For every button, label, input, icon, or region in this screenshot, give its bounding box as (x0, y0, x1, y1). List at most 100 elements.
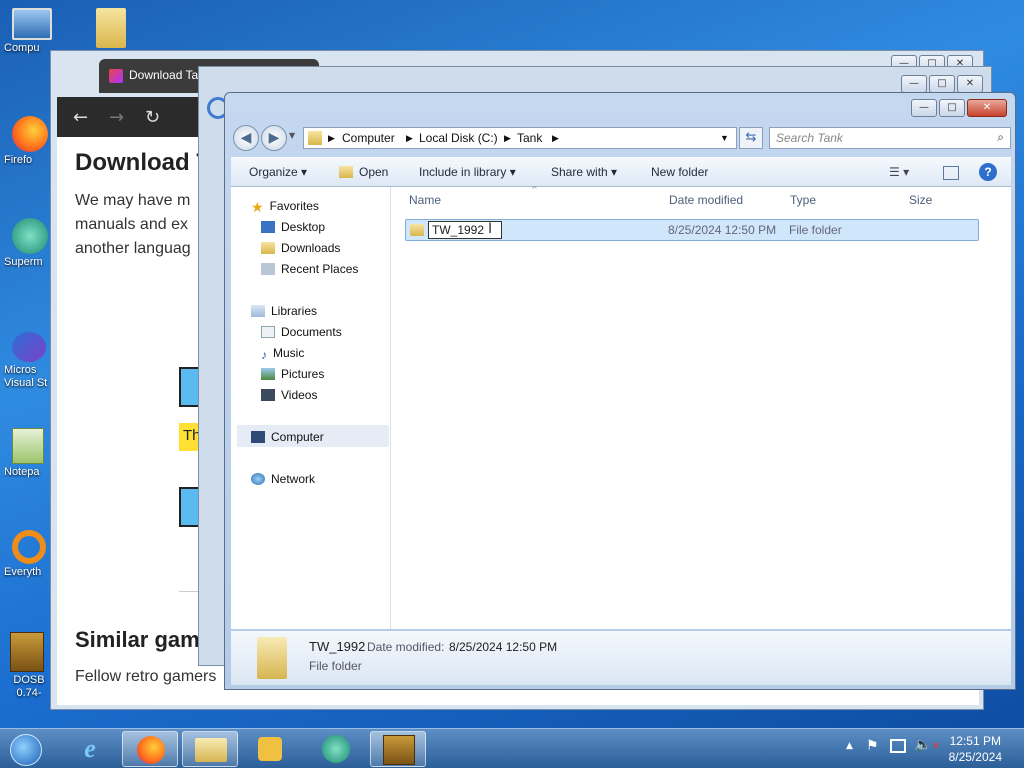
taskbar-media-player[interactable] (242, 731, 298, 767)
close-button[interactable]: ✕ (957, 75, 983, 93)
clock-date: 8/25/2024 (948, 750, 1002, 764)
nav-favorites[interactable]: ★ Favorites (251, 199, 319, 215)
refresh-button[interactable]: ⇆ (739, 127, 763, 149)
column-header-date-modified[interactable]: Date modified (669, 193, 743, 207)
minimize-button[interactable]: — (901, 75, 927, 93)
open-folder-icon (339, 166, 353, 178)
recent-places-icon (261, 263, 275, 275)
include-in-library-menu[interactable]: Include in library ▾ (419, 165, 516, 179)
nav-network[interactable]: Network (251, 472, 315, 486)
libraries-icon (251, 305, 265, 317)
close-button[interactable]: ✕ (967, 99, 1007, 117)
recent-pages-dropdown-icon[interactable]: ▼ (289, 131, 295, 140)
computer-icon (12, 8, 52, 40)
folder-icon (308, 131, 322, 145)
taskbar-supermium[interactable] (308, 731, 364, 767)
help-icon[interactable]: ? (979, 163, 997, 181)
page-heading: Download T (75, 149, 211, 176)
maximize-button[interactable]: □ (929, 75, 955, 93)
back-arrow-icon[interactable]: ← (73, 107, 88, 128)
details-pane: TW_1992 Date modified: 8/25/2024 12:50 P… (231, 631, 1011, 685)
ie-icon: e (84, 734, 96, 763)
volume-muted-icon[interactable]: 🔈✕ (914, 737, 940, 753)
desktop-icon-firefox[interactable]: Firefo (4, 116, 54, 166)
nav-computer[interactable]: Computer (251, 430, 324, 444)
taskbar-explorer[interactable] (182, 731, 238, 767)
tab-favicon-icon (109, 69, 123, 83)
desktop-icon-supermium[interactable]: Superm (4, 218, 54, 268)
desktop-icon-everything[interactable]: Everyth (4, 530, 54, 578)
desktop-icon-visual-studio[interactable]: Micros Visual St (4, 332, 54, 390)
taskbar-ie[interactable]: e (62, 731, 118, 767)
nav-documents[interactable]: Documents (261, 325, 342, 339)
organize-menu[interactable]: Organize ▾ (249, 165, 307, 179)
breadcrumb-separator-icon[interactable]: ▶ (328, 133, 335, 144)
desktop-icon-label: Superm (4, 256, 43, 268)
show-hidden-icons-icon[interactable]: ▲ (846, 741, 853, 751)
everything-icon (12, 530, 46, 564)
action-center-flag-icon[interactable]: ⚑ (866, 738, 879, 754)
breadcrumb-separator-icon[interactable]: ▶ (406, 133, 413, 144)
network-icon (251, 473, 265, 485)
back-button[interactable]: ◀ (233, 125, 259, 151)
taskbar-dosbox[interactable] (370, 731, 426, 767)
open-button[interactable]: Open (339, 165, 388, 179)
nav-downloads[interactable]: Downloads (261, 241, 340, 255)
breadcrumb-computer[interactable]: Computer (342, 131, 395, 145)
nav-pictures[interactable]: Pictures (261, 367, 324, 381)
explorer-window[interactable]: — □ ✕ ◀ ▶ ▼ ▶ Computer ▶ Local Disk (C:)… (224, 92, 1016, 690)
maximize-button[interactable]: □ (939, 99, 965, 117)
nav-recent-places[interactable]: Recent Places (261, 262, 358, 276)
windows-logo-icon (10, 734, 42, 766)
details-type: File folder (309, 659, 362, 673)
nav-videos[interactable]: Videos (261, 388, 317, 402)
desktop-icon-label: Micros Visual St (4, 364, 48, 389)
breadcrumb-separator-icon[interactable]: ▶ (552, 133, 559, 144)
breadcrumb-separator-icon[interactable]: ▶ (504, 133, 511, 144)
new-folder-button[interactable]: New folder (651, 165, 708, 179)
search-input[interactable]: Search Tank ⌕ (769, 127, 1011, 149)
text-cursor-icon: I (488, 221, 493, 237)
breadcrumb-local-disk[interactable]: Local Disk (C:) (419, 131, 498, 145)
network-tray-icon[interactable] (890, 739, 906, 753)
nav-music[interactable]: ♪ Music (261, 346, 304, 362)
music-icon: ♪ (261, 348, 267, 362)
column-header-type[interactable]: Type (790, 193, 816, 207)
supermium-icon (12, 218, 48, 254)
share-with-menu[interactable]: Share with ▾ (551, 165, 617, 179)
documents-icon (261, 326, 275, 338)
system-clock[interactable]: 12:51 PM 8/25/2024 (949, 733, 1002, 765)
preview-pane-icon[interactable] (943, 166, 959, 180)
nav-desktop[interactable]: Desktop (261, 220, 325, 234)
page-paragraph-line-1: We may have m (75, 192, 191, 209)
desktop-icon-label: Everyth (4, 566, 42, 578)
details-date-label: Date modified: (367, 640, 445, 654)
start-button[interactable] (4, 731, 48, 767)
minimize-button[interactable]: — (911, 99, 937, 117)
address-dropdown-icon[interactable]: ▼ (720, 133, 729, 143)
desktop-icon-label: Firefo (4, 154, 33, 166)
window-controls: — □ ✕ (901, 75, 983, 93)
desktop-icon-computer[interactable]: Compu (4, 8, 54, 54)
file-row[interactable]: TW_1992 I 8/25/2024 12:50 PM File folder (405, 219, 979, 241)
search-placeholder: Search Tank (776, 131, 843, 145)
nav-libraries[interactable]: Libraries (251, 304, 317, 318)
tab-title: Download Ta (129, 68, 199, 82)
folder-icon[interactable] (96, 8, 126, 48)
desktop-icon-notepad[interactable]: Notepa (4, 428, 54, 478)
firefox-icon (137, 736, 165, 764)
forward-button[interactable]: ▶ (261, 125, 287, 151)
column-header-name[interactable]: Name (409, 193, 441, 207)
taskbar-firefox[interactable] (122, 731, 178, 767)
breadcrumb-tank[interactable]: Tank (517, 131, 542, 145)
column-header-size[interactable]: Size (909, 193, 932, 207)
supermium-icon (322, 735, 350, 763)
address-bar[interactable]: ▶ Computer ▶ Local Disk (C:) ▶ Tank ▶ ▼ (303, 127, 737, 149)
address-row: ◀ ▶ ▼ ▶ Computer ▶ Local Disk (C:) ▶ Tan… (231, 125, 1011, 151)
forward-arrow-icon[interactable]: → (109, 107, 124, 128)
desktop-icon-dosbox[interactable]: DOSB 0.74- (4, 632, 54, 700)
reload-icon[interactable]: ↻ (145, 107, 160, 128)
similar-games-heading: Similar gam (75, 627, 200, 652)
file-type: File folder (789, 223, 842, 237)
change-view-icon[interactable]: ☰ ▾ (889, 165, 909, 179)
